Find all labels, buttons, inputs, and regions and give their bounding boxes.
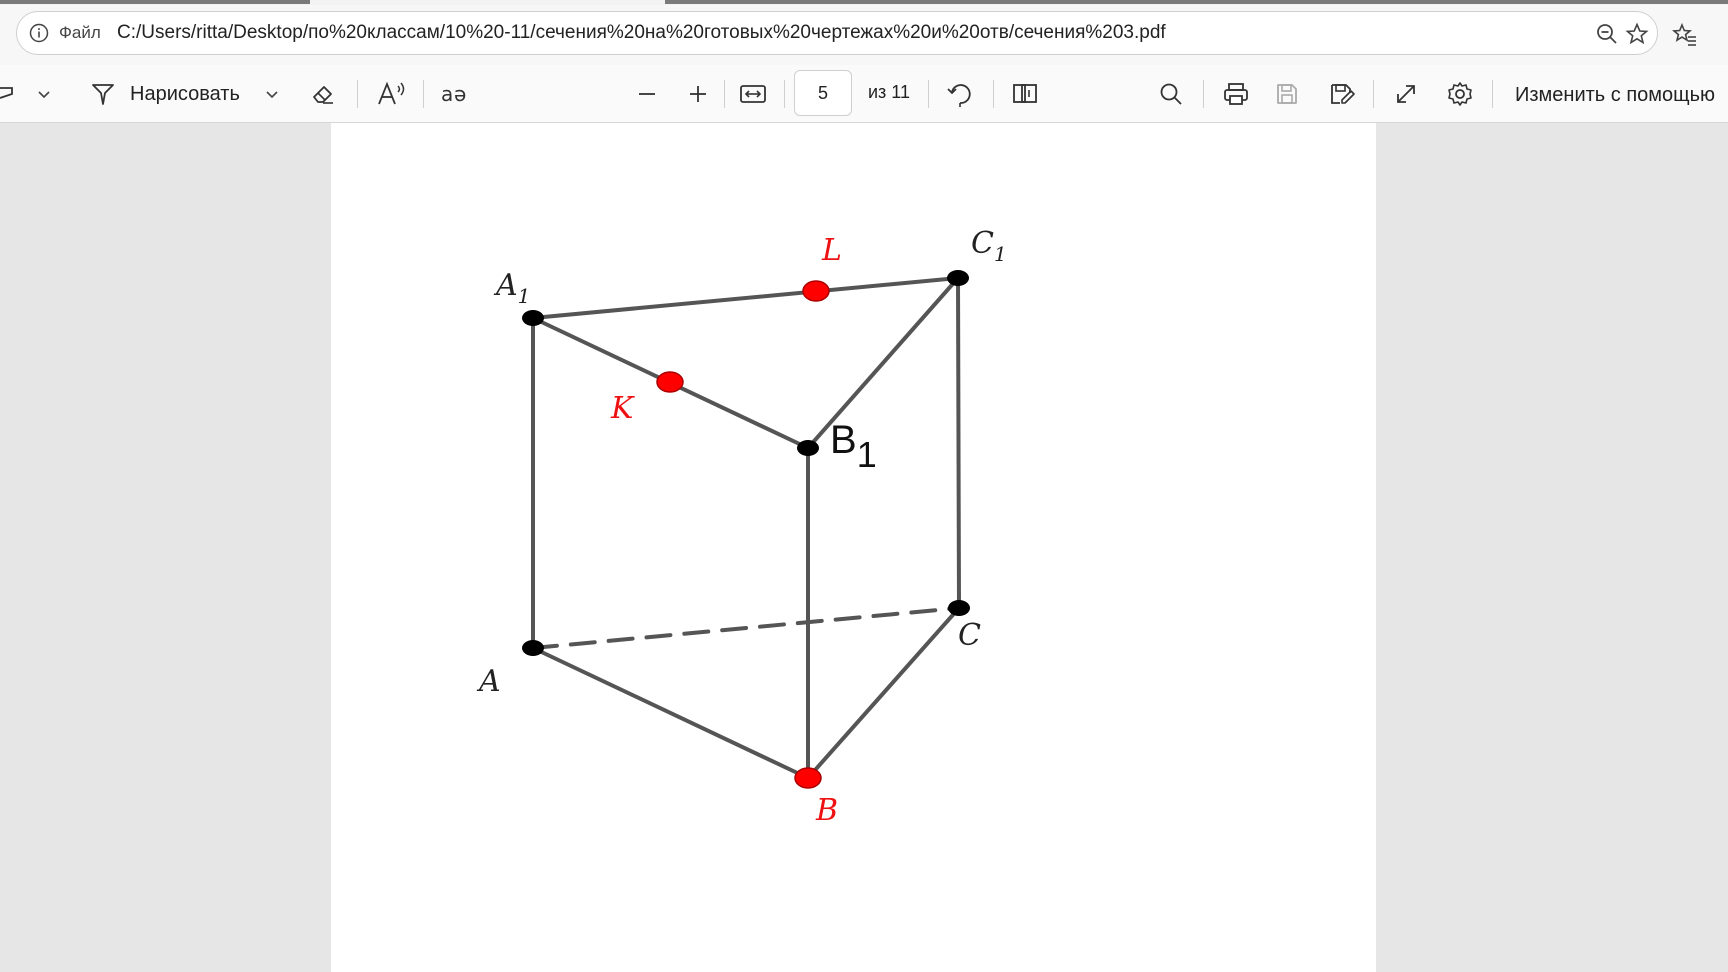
fullscreen-button[interactable]	[1393, 79, 1419, 109]
read-aloud-button[interactable]	[376, 79, 406, 109]
minus-icon	[639, 93, 655, 95]
svg-text:a: a	[441, 82, 453, 106]
label-C: C	[958, 618, 981, 653]
label-A1: A1	[493, 268, 530, 308]
draw-button[interactable]: Нарисовать	[90, 79, 240, 109]
highlight-tool-button[interactable]	[0, 79, 16, 109]
print-button[interactable]	[1222, 79, 1250, 109]
pdf-page: A1 L C1 K B1 C A B	[331, 123, 1376, 972]
address-url[interactable]: C:/Users/ritta/Desktop/по%20классам/10%2…	[117, 22, 1166, 44]
svg-text:ə: ə	[454, 82, 466, 106]
label-C1: C1	[971, 226, 1007, 266]
translate-button[interactable]: a ə	[440, 79, 472, 109]
address-bar-area: Файл C:/Users/ritta/Desktop/по%20классам…	[0, 5, 1728, 65]
plus-icon	[690, 86, 706, 102]
toolbar-separator	[1203, 80, 1204, 108]
vertex-C	[948, 600, 970, 616]
chevron-down-icon	[38, 91, 50, 99]
tab-indicator[interactable]	[665, 0, 1728, 4]
print-icon	[1224, 83, 1248, 105]
vertex-A1	[522, 310, 544, 326]
highlight-icon	[0, 87, 13, 99]
point-B	[794, 767, 822, 789]
edit-with-button[interactable]: Изменить с помощью	[1515, 80, 1715, 110]
edge-C-C1	[956, 276, 961, 610]
prism-figure: A1 L C1 K B1 C A B	[476, 226, 1007, 828]
erase-button[interactable]	[310, 79, 336, 109]
draw-dropdown[interactable]	[264, 79, 280, 109]
page-number-input[interactable]: 5	[794, 70, 852, 116]
save-icon	[1277, 84, 1297, 104]
fit-width-icon	[740, 85, 766, 103]
zoom-in-button[interactable]	[687, 79, 709, 109]
toolbar-separator	[993, 80, 994, 108]
save-as-button[interactable]	[1328, 79, 1356, 109]
toolbar-separator	[928, 80, 929, 108]
draw-label: Нарисовать	[130, 82, 240, 105]
info-icon[interactable]	[29, 23, 49, 43]
fit-width-button[interactable]	[739, 79, 767, 109]
edge-A-B	[531, 646, 810, 780]
toolbar-separator	[357, 80, 358, 108]
zoom-out-icon[interactable]	[1595, 22, 1619, 46]
read-aloud-icon	[378, 81, 405, 105]
tab-indicator[interactable]	[0, 0, 310, 4]
highlight-dropdown[interactable]	[36, 79, 52, 109]
address-bar[interactable]: Файл C:/Users/ritta/Desktop/по%20классам…	[16, 11, 1658, 55]
vertex-B1	[797, 440, 819, 456]
chevron-down-icon	[266, 91, 278, 99]
expand-icon	[1397, 85, 1415, 103]
edge-A1-C1	[531, 276, 960, 320]
search-icon	[1160, 83, 1182, 105]
save-button[interactable]	[1274, 79, 1300, 109]
rotate-icon	[947, 84, 971, 107]
page-total: из 11	[868, 82, 910, 102]
eraser-icon	[313, 86, 333, 104]
save-as-icon	[1331, 84, 1355, 104]
page-view-button[interactable]	[1011, 79, 1039, 109]
label-K: K	[610, 391, 635, 426]
pen-icon	[92, 84, 114, 105]
point-K	[656, 371, 684, 393]
page-view-icon	[1013, 84, 1037, 103]
edge-A-C-hidden	[531, 606, 961, 650]
toolbar-separator	[423, 80, 424, 108]
settings-button[interactable]	[1446, 79, 1474, 109]
pdf-viewer[interactable]: A1 L C1 K B1 C A B	[0, 123, 1728, 972]
label-A: A	[476, 664, 501, 699]
find-button[interactable]	[1158, 79, 1184, 109]
toolbar-separator	[1373, 80, 1374, 108]
vertex-C1	[947, 270, 969, 286]
zoom-out-button[interactable]	[636, 79, 658, 109]
edit-with-label: Изменить с помощью	[1515, 83, 1716, 106]
label-B: B	[815, 793, 838, 828]
toolbar-separator	[1492, 80, 1493, 108]
gear-icon	[1448, 82, 1472, 106]
pdf-toolbar: Нарисовать a ə 5 из 11 Изменить с помощь…	[0, 65, 1728, 123]
vertex-A	[522, 640, 544, 656]
point-L	[802, 280, 830, 302]
toolbar-separator	[724, 80, 725, 108]
rotate-button[interactable]	[946, 79, 974, 109]
favorites-icon[interactable]	[1672, 22, 1698, 48]
star-icon[interactable]	[1625, 22, 1649, 46]
label-B1: B1	[830, 418, 877, 475]
edge-B-C	[806, 606, 961, 780]
toolbar-separator	[784, 80, 785, 108]
label-L: L	[821, 233, 842, 268]
translate-icon: a ə	[441, 82, 466, 106]
address-scheme: Файл	[59, 23, 101, 42]
